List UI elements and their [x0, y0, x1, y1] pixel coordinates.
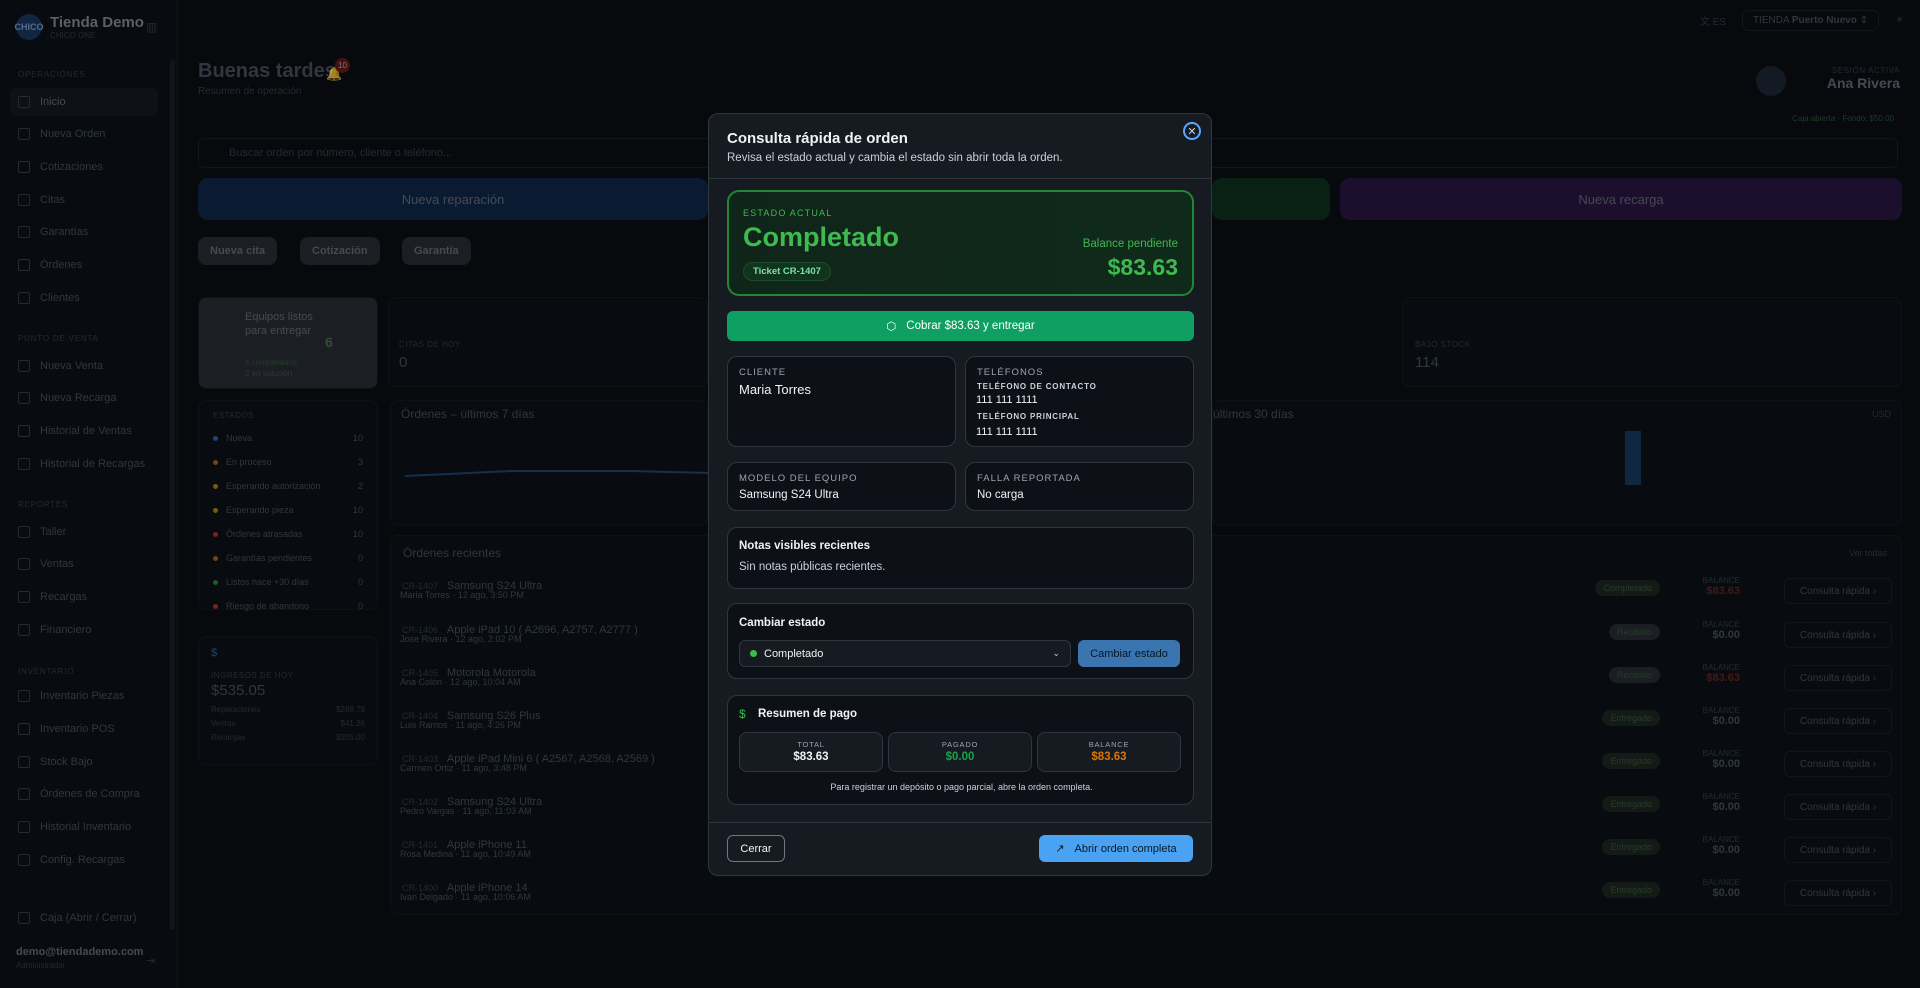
modal-subtitle: Revisa el estado actual y cambia el esta…	[727, 152, 1063, 164]
cliente-name: Maria Torres	[739, 382, 812, 397]
total-box: TOTAL $83.63	[739, 732, 883, 772]
external-link-icon: ↗	[1055, 843, 1065, 855]
chevron-down-icon: ⌄	[1052, 648, 1060, 658]
ticket-badge: Ticket CR-1407	[743, 262, 831, 281]
cliente-card: CLIENTE Maria Torres	[727, 356, 956, 447]
status-dot	[750, 650, 757, 657]
pagado-box: PAGADO $0.00	[888, 732, 1032, 772]
falla-card: FALLA REPORTADA No carga	[965, 462, 1194, 511]
balance-box: BALANCE $83.63	[1037, 732, 1181, 772]
cambiar-estado-button[interactable]: Cambiar estado	[1078, 640, 1180, 667]
package-icon: ⬡	[886, 321, 897, 333]
resumen-pago-card: $ Resumen de pago TOTAL $83.63 PAGADO $0…	[727, 695, 1194, 805]
tel-contacto[interactable]: 111 111 1111	[976, 394, 1038, 406]
modelo-card: MODELO DEL EQUIPO Samsung S24 Ultra	[727, 462, 956, 511]
cambiar-estado-card: Cambiar estado Completado ⌄ Cambiar esta…	[727, 603, 1194, 679]
telefonos-card: TELÉFONOS TELÉFONO DE CONTACTO 111 111 1…	[965, 356, 1194, 447]
current-status-card: ESTADO ACTUAL Completado Ticket CR-1407 …	[727, 190, 1194, 296]
quick-order-modal: Consulta rápida de orden Revisa el estad…	[708, 113, 1212, 876]
close-icon[interactable]: ✕	[1183, 122, 1201, 140]
tel-principal[interactable]: 111 111 1111	[976, 426, 1038, 438]
current-status: Completado	[743, 222, 900, 252]
abrir-orden-button[interactable]: ↗ Abrir orden completa	[1039, 835, 1193, 862]
modal-title: Consulta rápida de orden	[727, 130, 908, 147]
pending-balance: $83.63	[1107, 254, 1178, 280]
cobrar-entregar-button[interactable]: ⬡ Cobrar $83.63 y entregar	[727, 311, 1194, 341]
notas-card: Notas visibles recientes Sin notas públi…	[727, 527, 1194, 589]
dollar-icon: $	[739, 707, 746, 721]
divider	[709, 178, 1211, 179]
cerrar-button[interactable]: Cerrar	[727, 835, 785, 862]
status-select[interactable]: Completado ⌄	[739, 640, 1071, 667]
divider	[709, 822, 1211, 823]
